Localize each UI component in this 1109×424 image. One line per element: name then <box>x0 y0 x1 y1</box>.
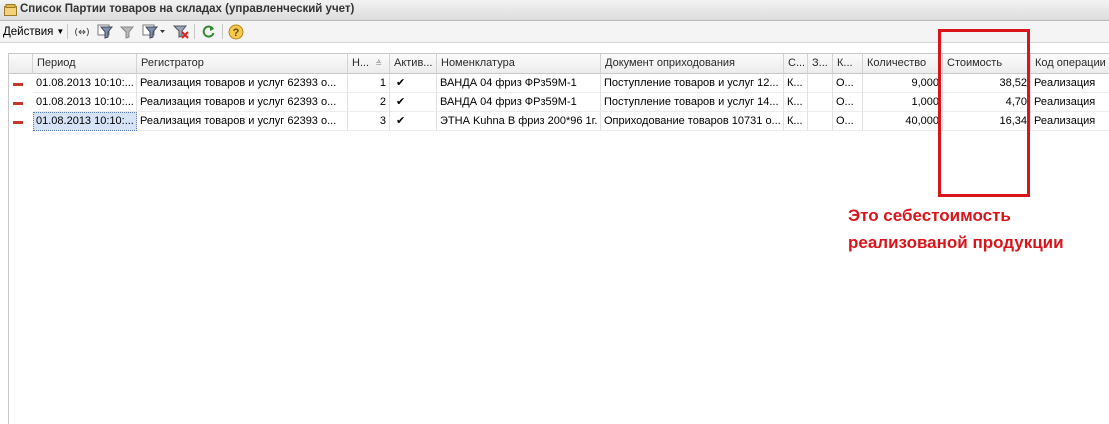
window-title: Список Партии товаров на складах (управл… <box>20 3 355 15</box>
checkmark-icon[interactable]: ✔ <box>390 112 437 131</box>
refresh-button[interactable] <box>199 23 217 40</box>
cell-period[interactable]: 01.08.2013 10:10:... <box>33 74 137 93</box>
filter-remove-icon <box>173 25 189 39</box>
help-icon: ? <box>228 24 244 39</box>
column-header-period[interactable]: Период <box>33 54 137 74</box>
window-titlebar: Список Партии товаров на складах (управл… <box>0 0 1109 21</box>
cell-registrar[interactable]: Реализация товаров и услуг 62393 о... <box>137 74 348 93</box>
filter-dropdown-icon <box>142 24 165 39</box>
cell-k[interactable]: О... <box>833 74 863 93</box>
cell-receipt-document[interactable]: Оприходование товаров 10731 о... <box>601 112 784 131</box>
filter-grey-icon <box>119 26 135 39</box>
column-header-line-number-label: Н... <box>352 57 370 69</box>
help-button[interactable]: ? <box>227 23 245 40</box>
cost-column-highlight <box>938 29 1030 197</box>
annotation-line-1: Это себестоимость <box>848 206 1011 225</box>
cell-z[interactable] <box>808 112 833 131</box>
annotation-line-2: реализованой продукции <box>848 233 1064 252</box>
cell-z[interactable] <box>808 74 833 93</box>
cell-period[interactable]: 01.08.2013 10:10:... <box>33 93 137 112</box>
filter-by-value-button[interactable] <box>118 23 136 40</box>
cell-receipt-document[interactable]: Поступление товаров и услуг 14... <box>601 93 784 112</box>
svg-text:?: ? <box>233 27 240 39</box>
actions-menu-button[interactable]: Действия ▼ <box>3 23 64 40</box>
cell-c[interactable]: К... <box>784 74 808 93</box>
column-header-quantity[interactable]: Количество <box>863 54 943 74</box>
cell-nomenclature[interactable]: ЭТНА Kuhna В фриз 200*96 1г. <box>437 112 601 131</box>
toolbar-separator <box>222 24 223 39</box>
cell-k[interactable]: О... <box>833 112 863 131</box>
actions-label: Действия <box>3 25 54 38</box>
sort-ascending-icon: ≙ <box>375 59 382 68</box>
cell-c[interactable]: К... <box>784 93 808 112</box>
checkmark-icon[interactable]: ✔ <box>390 74 437 93</box>
column-header-operation-code[interactable]: Код операции <box>1031 54 1109 74</box>
column-header-c[interactable]: С... <box>784 54 808 74</box>
row-icon-column-header <box>9 54 33 74</box>
cell-receipt-document[interactable]: Поступление товаров и услуг 12... <box>601 74 784 93</box>
cell-registrar[interactable]: Реализация товаров и услуг 62393 о... <box>137 112 348 131</box>
cell-registrar[interactable]: Реализация товаров и услуг 62393 о... <box>137 93 348 112</box>
interval-icon <box>75 27 89 36</box>
cell-z[interactable] <box>808 93 833 112</box>
column-header-k[interactable]: К... <box>833 54 863 74</box>
cell-line-number[interactable]: 1 <box>348 74 390 93</box>
cell-quantity[interactable]: 40,000 <box>863 112 943 131</box>
cell-operation-code[interactable]: Реализация <box>1031 93 1109 112</box>
cell-line-number[interactable]: 2 <box>348 93 390 112</box>
column-header-registrar[interactable]: Регистратор <box>137 54 348 74</box>
register-icon <box>4 4 17 16</box>
filter-icon <box>97 24 113 39</box>
cell-quantity[interactable]: 9,000 <box>863 74 943 93</box>
cell-line-number[interactable]: 3 <box>348 112 390 131</box>
toolbar-separator <box>194 24 195 39</box>
cell-nomenclature[interactable]: ВАНДА 04 фриз ФРз59М-1 <box>437 74 601 93</box>
column-header-receipt-document[interactable]: Документ оприходования <box>601 54 784 74</box>
cell-nomenclature[interactable]: ВАНДА 04 фриз ФРз59М-1 <box>437 93 601 112</box>
column-header-active[interactable]: Актив... <box>390 54 437 74</box>
refresh-icon <box>202 25 214 38</box>
range-interval-button[interactable] <box>73 23 91 40</box>
filter-set-button[interactable] <box>96 23 114 40</box>
cell-k[interactable]: О... <box>833 93 863 112</box>
column-header-nomenclature[interactable]: Номенклатура <box>437 54 601 74</box>
column-header-z[interactable]: З... <box>808 54 833 74</box>
cell-operation-code[interactable]: Реализация <box>1031 74 1109 93</box>
clear-filter-button[interactable] <box>172 23 190 40</box>
row-record-icon <box>13 121 23 124</box>
checkmark-icon[interactable]: ✔ <box>390 93 437 112</box>
cell-operation-code[interactable]: Реализация <box>1031 112 1109 131</box>
cell-quantity[interactable]: 1,000 <box>863 93 943 112</box>
column-header-line-number[interactable]: Н... ≙ <box>348 54 390 74</box>
row-record-icon <box>13 83 23 86</box>
cell-c[interactable]: К... <box>784 112 808 131</box>
row-record-icon <box>13 102 23 105</box>
filter-history-button[interactable] <box>141 23 167 40</box>
cell-period-selected[interactable]: 01.08.2013 10:10:... <box>33 112 137 131</box>
dropdown-arrow-icon: ▼ <box>56 27 65 36</box>
toolbar-separator <box>67 24 68 39</box>
